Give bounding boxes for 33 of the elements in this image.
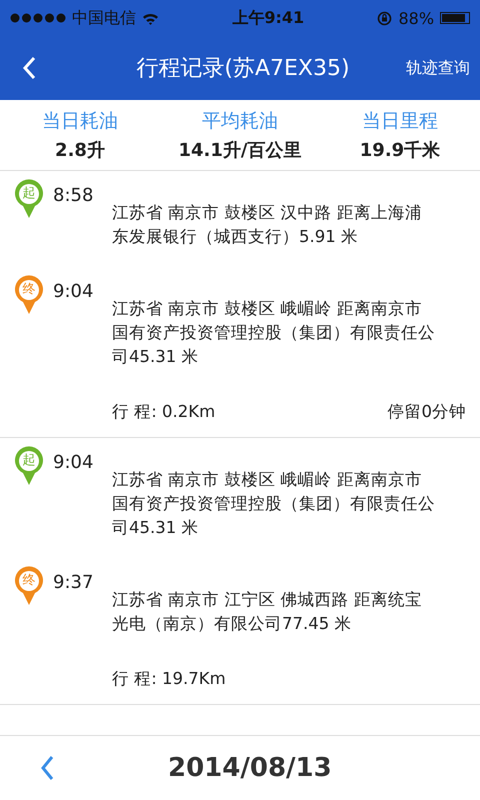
back-icon: [22, 56, 36, 80]
distance-label: 行 程: 0.2Km: [112, 401, 216, 423]
stat-value: 19.9千米: [360, 139, 440, 162]
clock: 上午9:41: [232, 8, 304, 28]
time-label: 9:37: [53, 572, 94, 593]
pin-label: 起: [22, 185, 36, 203]
page-title: 行程记录(苏A7EX35): [135, 55, 351, 83]
distance-label: 行 程: 19.7Km: [112, 668, 226, 690]
address-text: 江苏省 南京市 江宁区 佛城西路 距离统宝光电（南京）有限公司77.45 米: [112, 589, 423, 635]
address-text: 江苏省 南京市 鼓楼区 峨嵋岭 距离南京市国有资产投资管理控股（集团）有限责任公司45.31 米: [112, 298, 436, 368]
stat-label: 当日耗油: [42, 109, 118, 134]
pin-label: 终: [22, 572, 36, 590]
pin-label: 终: [22, 281, 36, 299]
wifi-icon: [142, 12, 159, 24]
stat-label: 平均耗油: [202, 109, 278, 134]
battery-icon: [440, 12, 470, 24]
stat-value: 14.1升/百公里: [178, 139, 302, 162]
date-label: 2014/08/13: [168, 753, 332, 783]
address-text: 江苏省 南京市 鼓楼区 汉中路 距离上海浦东发展银行（城西支行）5.91 米: [112, 202, 423, 248]
pin-label: 起: [22, 452, 36, 470]
time-label: 9:04: [53, 452, 94, 473]
chevron-left-icon: [40, 755, 54, 781]
stat-value: 2.8升: [55, 139, 105, 162]
track-query-button[interactable]: 轨迹查询: [406, 54, 470, 82]
address-text: 江苏省 南京市 鼓楼区 峨嵋岭 距离南京市国有资产投资管理控股（集团）有限责任公司45.31 米: [112, 469, 436, 539]
stay-duration: 停留0分钟: [388, 401, 466, 423]
signal-icon: [10, 13, 66, 23]
time-label: 9:04: [53, 281, 94, 302]
time-label: 8:58: [53, 185, 94, 206]
battery-percent: 88%: [398, 8, 434, 28]
rotation-lock-icon: [377, 10, 392, 26]
stat-label: 当日里程: [362, 109, 438, 134]
carrier-label: 中国电信: [72, 8, 136, 28]
